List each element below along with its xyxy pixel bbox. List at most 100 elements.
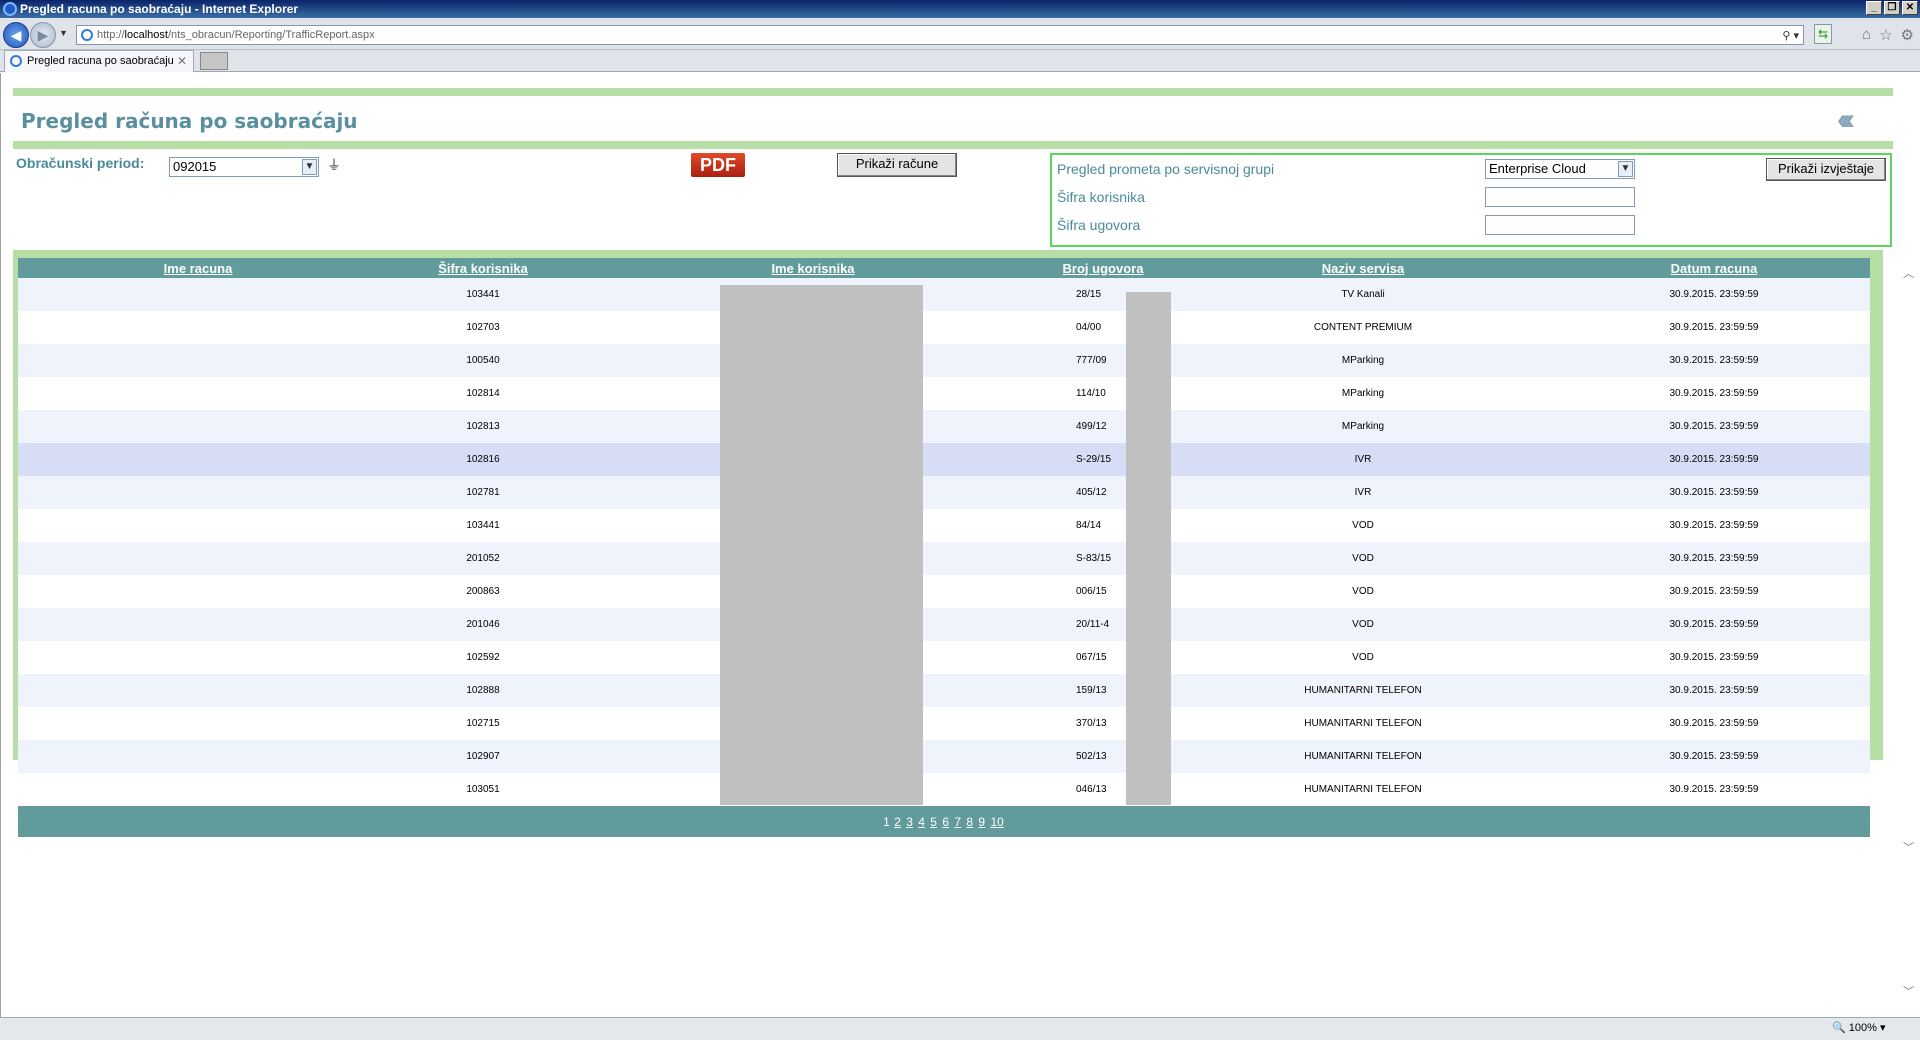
filter-icon[interactable]: ⏚ (327, 155, 341, 175)
report-grid: Ime racuna Šifra korisnika Ime korisnika Br… (18, 258, 1870, 837)
status-bar: 🔍 100% ▾ (0, 1017, 1920, 1040)
table-cell-ime (18, 641, 378, 674)
table-row[interactable]: 102907 502/13 HUMANITARNI TELEFON 30.9.2015… (18, 740, 1870, 773)
pager-link[interactable]: 8 (966, 815, 973, 829)
page-title: Pregled računa po saobraćaju (21, 109, 358, 133)
customer-code-label: Šifra korisnika (1057, 189, 1145, 205)
service-group-label: Pregled prometa po servisnoj grupi (1057, 161, 1275, 177)
table-cell-ime (18, 740, 378, 773)
table-cell-sifra: 102907 (378, 740, 588, 773)
favorites-star-icon[interactable]: ☆ (1879, 26, 1892, 44)
table-cell-servis: IVR (1168, 476, 1558, 509)
url-path: /nts_obracun/Reporting/TrafficReport.asp… (167, 29, 375, 41)
close-icon[interactable]: ✕ (1902, 1, 1918, 15)
back-button[interactable]: ◀ (3, 22, 29, 48)
address-bar[interactable]: http://localhost/nts_obracun/Reporting/T… (76, 25, 1804, 45)
show-reports-button[interactable]: Prikaži izvještaje (1766, 158, 1886, 181)
table-row[interactable]: 103051 046/13 HUMANITARNI TELEFON 30.9.2015… (18, 773, 1870, 806)
zoom-value: 100% (1848, 1022, 1877, 1034)
table-cell-ime (18, 410, 378, 443)
compat-view-icon[interactable]: ⇆ (1814, 24, 1832, 44)
restore-icon[interactable]: ❐ (1884, 1, 1900, 15)
pager-link[interactable]: 9 (978, 815, 985, 829)
table-cell-servis: VOD (1168, 542, 1558, 575)
table-cell-servis: MParking (1168, 377, 1558, 410)
table-row[interactable]: 103441 28/15 TV Kanali 30.9.2015. 23:59:59 (18, 278, 1870, 311)
column-header[interactable]: Datum racuna (1558, 258, 1870, 278)
pager-link[interactable]: 10 (990, 815, 1003, 829)
scroll-down-icon[interactable]: ﹀ (1903, 839, 1914, 855)
table-row[interactable]: 200863 006/15 VOD 30.9.2015. 23:59:59 (18, 575, 1870, 608)
pager-link[interactable]: 6 (942, 815, 949, 829)
table-cell-datum: 30.9.2015. 23:59:59 (1558, 608, 1870, 641)
vertical-scrollbar[interactable]: ︿ ﹀ ﹀ (1898, 73, 1920, 1017)
zoom-control[interactable]: 🔍 100% ▾ (1832, 1021, 1885, 1034)
gear-icon[interactable]: ⚙ (1901, 26, 1914, 44)
scroll-up-icon[interactable]: ︿ (1903, 265, 1914, 281)
table-cell-ime (18, 674, 378, 707)
table-cell-servis: MParking (1168, 344, 1558, 377)
pager-link[interactable]: 2 (894, 815, 901, 829)
table-cell-ime (18, 278, 378, 311)
table-cell-sifra: 200863 (378, 575, 588, 608)
customer-code-input[interactable] (1485, 187, 1635, 207)
table-cell-datum: 30.9.2015. 23:59:59 (1558, 641, 1870, 674)
recent-pages-chevron-icon[interactable]: ▼ (59, 28, 68, 38)
pager-link[interactable]: 3 (906, 815, 913, 829)
home-icon[interactable]: ⌂ (1862, 26, 1871, 44)
url-prefix: http:// (97, 29, 125, 41)
table-cell-datum: 30.9.2015. 23:59:59 (1558, 278, 1870, 311)
table-cell-servis: HUMANITARNI TELEFON (1168, 707, 1558, 740)
table-cell-ime (18, 476, 378, 509)
column-header[interactable]: Šifra korisnika (378, 258, 588, 278)
table-row[interactable]: 102715 370/13 HUMANITARNI TELEFON 30.9.2015… (18, 707, 1870, 740)
search-icon[interactable]: ⚲ ▾ (1782, 27, 1799, 45)
minimize-icon[interactable]: _ (1866, 1, 1882, 15)
column-header[interactable]: Ime korisnika (588, 258, 1038, 278)
forward-button[interactable]: ▶ (30, 22, 56, 48)
table-cell-datum: 30.9.2015. 23:59:59 (1558, 509, 1870, 542)
close-tab-icon[interactable]: ✕ (177, 51, 187, 71)
period-select[interactable]: 092015 ▼ (169, 157, 319, 177)
table-cell-datum: 30.9.2015. 23:59:59 (1558, 542, 1870, 575)
grid-header-row: Ime racuna Šifra korisnika Ime korisnika Br… (18, 258, 1870, 278)
table-row[interactable]: 100540 777/09 MParking 30.9.2015. 23:59:59 (18, 344, 1870, 377)
pager-link[interactable]: 4 (918, 815, 925, 829)
table-cell-servis: HUMANITARNI TELEFON (1168, 773, 1558, 806)
tab-active[interactable]: Pregled racuna po saobraćaju ✕ (4, 50, 194, 72)
new-tab-button[interactable] (200, 52, 228, 70)
page-icon (81, 29, 93, 41)
pdf-export-button[interactable]: PDF (691, 153, 745, 177)
table-row[interactable]: 102813 499/12 MParking 30.9.2015. 23:59:59 (18, 410, 1870, 443)
table-cell-ime (18, 344, 378, 377)
table-cell-ime (18, 773, 378, 806)
table-row[interactable]: 103441 84/14 VOD 30.9.2015. 23:59:59 (18, 509, 1870, 542)
table-row[interactable]: 102703 04/00 CONTENT PREMIUM 30.9.2015. 23:… (18, 311, 1870, 344)
table-row[interactable]: 201052 S-83/15 VOD 30.9.2015. 23:59:59 (18, 542, 1870, 575)
column-header[interactable]: Ime racuna (18, 258, 378, 278)
column-header[interactable]: Naziv servisa (1168, 258, 1558, 278)
table-row[interactable]: 102781 405/12 IVR 30.9.2015. 23:59:59 (18, 476, 1870, 509)
table-cell-datum: 30.9.2015. 23:59:59 (1558, 674, 1870, 707)
table-row[interactable]: 102592 067/15 VOD 30.9.2015. 23:59:59 (18, 641, 1870, 674)
table-cell-sifra: 103441 (378, 278, 588, 311)
table-cell-datum: 30.9.2015. 23:59:59 (1558, 740, 1870, 773)
contract-code-input[interactable] (1485, 215, 1635, 235)
table-cell-datum: 30.9.2015. 23:59:59 (1558, 443, 1870, 476)
show-invoices-button[interactable]: Prikaži račune (837, 153, 957, 177)
pager-current-page: 1 (883, 814, 890, 829)
pager-link[interactable]: 5 (930, 815, 937, 829)
pager: 1 2 3 4 5 6 7 8 9 10 (18, 806, 1870, 837)
table-cell-sifra: 102816 (378, 443, 588, 476)
table-row[interactable]: 102888 159/13 HUMANITARNI TELEFON 30.9.2015… (18, 674, 1870, 707)
pager-link[interactable]: 7 (954, 815, 961, 829)
column-header[interactable]: Broj ugovora (1038, 258, 1168, 278)
table-row[interactable]: 102814 114/10 MParking 30.9.2015. 23:59:59 (18, 377, 1870, 410)
scroll-bottom-icon[interactable]: ﹀ (1903, 983, 1914, 999)
service-group-value: Enterprise Cloud (1489, 161, 1586, 176)
table-row[interactable]: 201046 20/11-4 VOD 30.9.2015. 23:59:59 (18, 608, 1870, 641)
table-cell-sifra: 102781 (378, 476, 588, 509)
service-group-select[interactable]: Enterprise Cloud ▼ (1485, 159, 1635, 179)
table-row[interactable]: 102816 S-29/15 IVR 30.9.2015. 23:59:59 (18, 443, 1870, 476)
contract-code-label: Šifra ugovora (1057, 217, 1141, 233)
